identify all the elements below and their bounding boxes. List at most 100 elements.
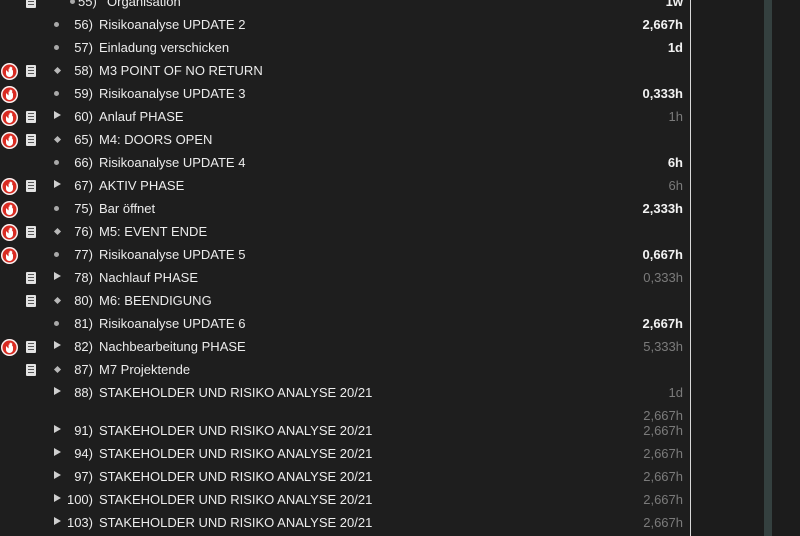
note-icon[interactable] [26,226,36,238]
vertical-scrollbar[interactable] [764,0,772,536]
row-label: Organisation [107,0,181,9]
outline-row[interactable]: 100) STAKEHOLDER UND RISIKO ANALYSE 20/21… [0,489,690,512]
outline-row[interactable]: 77) Risikoanalyse UPDATE 5 0,667h [0,244,690,267]
stop-hand-icon[interactable] [1,247,18,264]
row-duration: 2,667h [643,446,683,461]
disclosure-triangle-icon[interactable] [54,111,61,119]
row-duration: 1d [667,40,683,55]
stop-hand-icon[interactable] [1,224,18,241]
row-label: Bar öffnet [99,201,156,216]
outline-row[interactable]: 78) Nachlauf PHASE 0,333h [0,267,690,290]
outline-row[interactable]: 58) M3 POINT OF NO RETURN [0,60,690,83]
outline-row[interactable]: 56) Risikoanalyse UPDATE 2 2,667h [0,14,690,37]
row-label: Risikoanalyse UPDATE 2 [99,17,246,32]
note-icon[interactable] [26,295,36,307]
note-icon[interactable] [26,0,36,8]
note-icon[interactable] [26,111,36,123]
disclosure-triangle-icon[interactable] [54,387,61,395]
task-bullet-icon [70,0,75,4]
row-label: Risikoanalyse UPDATE 5 [99,247,246,262]
note-icon[interactable] [26,65,36,77]
outline-row[interactable]: 97) STAKEHOLDER UND RISIKO ANALYSE 20/21 2… [0,466,690,489]
disclosure-triangle-icon[interactable] [54,448,61,456]
row-duration: 6h [668,178,683,193]
row-label: Anlauf PHASE [99,109,184,124]
disclosure-triangle-icon[interactable] [54,272,61,280]
row-label: Einladung verschicken [99,40,230,55]
row-label: M4: DOORS OPEN [99,132,213,147]
note-icon[interactable] [26,180,36,192]
outline-row[interactable]: 94) STAKEHOLDER UND RISIKO ANALYSE 20/21 2… [0,443,690,466]
disclosure-triangle-icon[interactable] [54,494,61,502]
row-number: 55) [78,0,97,9]
row-label: STAKEHOLDER UND RISIKO ANALYSE 20/21 [99,423,373,438]
task-bullet-icon [54,160,59,165]
row-label: Risikoanalyse UPDATE 3 [99,86,246,101]
row-duration: 5,333h [643,339,683,354]
outline-row[interactable]: 55) Organisation 1w [0,0,690,14]
outline-row[interactable]: 103) STAKEHOLDER UND RISIKO ANALYSE 20/21… [0,512,690,535]
disclosure-triangle-icon[interactable] [54,180,61,188]
row-duration: 1h [668,109,683,124]
note-icon[interactable] [26,341,36,353]
row-number: 60) [74,109,93,124]
row-number: 59) [74,86,93,101]
outline-row[interactable]: 87) M7 Projektende [0,359,690,382]
row-duration: 2,667h [643,469,683,484]
row-duration: 0,333h [643,270,683,285]
row-number: 100) [66,492,93,507]
row-label: Risikoanalyse UPDATE 6 [99,316,246,331]
outline-row[interactable]: 67) AKTIV PHASE 6h [0,175,690,198]
outline-row[interactable]: 80) M6: BEENDIGUNG [0,290,690,313]
outline-row[interactable]: 57) Einladung verschicken 1d [0,37,690,60]
row-label: M7 Projektende [99,362,191,377]
stop-hand-icon[interactable] [1,132,18,149]
disclosure-triangle-icon[interactable] [54,471,61,479]
stop-hand-icon[interactable] [1,339,18,356]
right-edge-pane [772,0,800,536]
row-number: 58) [74,63,93,78]
outline-row[interactable]: 82) Nachbearbeitung PHASE 5,333h [0,336,690,359]
stop-hand-icon[interactable] [1,109,18,126]
note-icon[interactable] [26,364,36,376]
stop-hand-icon[interactable] [1,63,18,80]
outline-row[interactable]: 59) Risikoanalyse UPDATE 3 0,333h [0,83,690,106]
milestone-diamond-icon [53,66,62,75]
outline-row[interactable]: 60) Anlauf PHASE 1h [0,106,690,129]
disclosure-triangle-icon[interactable] [54,425,61,433]
outline-row[interactable]: 75) Bar öffnet 2,333h [0,198,690,221]
outline-row[interactable]: 65) M4: DOORS OPEN [0,129,690,152]
note-icon[interactable] [26,272,36,284]
row-number: 56) [74,17,93,32]
milestone-diamond-icon [53,227,62,236]
row-label: Nachlauf PHASE [99,270,198,285]
outline-row[interactable]: 76) M5: EVENT ENDE [0,221,690,244]
stop-hand-icon[interactable] [1,201,18,218]
row-duration: 2,667h [643,423,683,438]
disclosure-triangle-icon[interactable] [54,341,61,349]
row-label: Risikoanalyse UPDATE 4 [99,155,246,170]
outline-row[interactable]: 66) Risikoanalyse UPDATE 4 6h [0,152,690,175]
note-icon[interactable] [26,134,36,146]
row-duration: 0,333h [642,86,683,101]
row-number: 82) [74,339,93,354]
row-number: 103) [66,515,93,530]
outline-row[interactable]: 91) STAKEHOLDER UND RISIKO ANALYSE 20/21 2… [0,420,690,443]
row-number: 76) [74,224,93,239]
row-duration: 2,667h [643,515,683,530]
outline-row[interactable]: 88) STAKEHOLDER UND RISIKO ANALYSE 20/21 1… [0,382,690,423]
task-bullet-icon [54,22,59,27]
gantt-pane [691,0,764,536]
task-bullet-icon [54,252,59,257]
row-label: Nachbearbeitung PHASE [99,339,246,354]
stop-hand-icon[interactable] [1,86,18,103]
milestone-diamond-icon [53,296,62,305]
row-duration: 0,667h [642,247,683,262]
row-number: 66) [74,155,93,170]
outline-row[interactable]: 81) Risikoanalyse UPDATE 6 2,667h [0,313,690,336]
row-number: 97) [74,469,93,484]
stop-hand-icon[interactable] [1,178,18,195]
disclosure-triangle-icon[interactable] [54,517,61,525]
row-number: 80) [74,293,93,308]
row-label: AKTIV PHASE [99,178,185,193]
